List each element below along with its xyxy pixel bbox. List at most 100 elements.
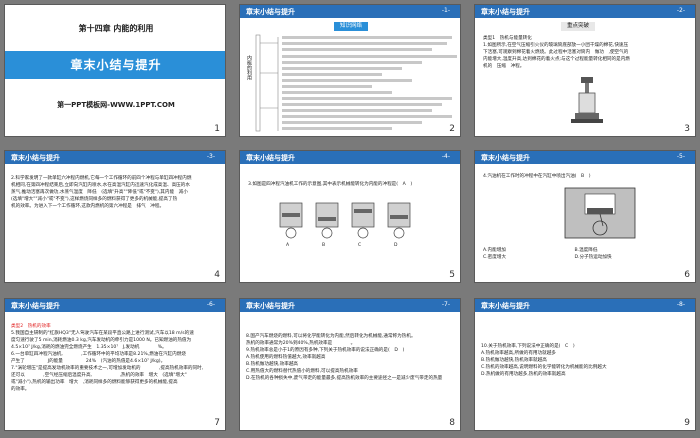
slide-body: 8.国产汽车燃烧的燃料,可以将化学能转化为内能,然后转化为机械能,通常称为热机。…: [246, 333, 458, 382]
slide-header: 章末小结与提升 -6-: [5, 299, 225, 312]
header-title: 章末小结与提升: [246, 8, 295, 16]
choices: A.内能增加 B.温度降低 C.密度增大 D.分子热运动加快: [483, 247, 683, 261]
text-line: D.热机做的有用功越多,热机的效率就越高: [481, 372, 566, 377]
choice: D.分子热运动加快: [574, 255, 612, 260]
text-line: 8.国产汽车燃烧的燃料,可以将化学能转化为内能,然后转化为机械能,通常称为热机。: [246, 334, 416, 339]
slide-header: 章末小结与提升 -3-: [5, 151, 225, 164]
slide-body: 类型1 热机与能量转化 1.如图所示,在空气压缩引火仪的玻璃筒底部放一小团干燥的…: [483, 35, 691, 70]
slide-thumbnail-5[interactable]: 章末小结与提升 -4- 3.如图是四冲程汽油机工作的示意图,其中表示机械能转化为…: [239, 150, 461, 283]
text-line: 的效率。: [11, 387, 30, 392]
slide-thumbnail-3[interactable]: 章末小结与提升 -2- 重点突破 类型1 热机与能量转化 1.如图所示,在空气压…: [474, 4, 696, 137]
text-line: 4.5×10⁷ J/kg,消耗的燃油完全燃烧产生 1.35×10⁷ J,发动机 …: [11, 345, 167, 350]
header-page: -3-: [206, 153, 215, 160]
text-line: 产生了 J的能量 24% (汽油的热值是4.6×10⁷ J/kg)。: [11, 359, 166, 364]
slide-subtitle: 第一PPT模板网-WWW.1PPT.COM: [57, 101, 175, 109]
slide-header: 章末小结与提升 -7-: [240, 299, 460, 312]
option-label: D: [394, 243, 398, 248]
text-line: 热机的效率通常为20%到40%,热机效率是 。: [246, 341, 356, 346]
header-page: -2-: [676, 7, 685, 14]
header-title: 章末小结与提升: [246, 302, 295, 310]
text-line: 9.热机效率总是小于1的原因有多种,下列关于热机效率的说法正确的是( D ): [246, 348, 405, 353]
text-line: (选填"增大""减小"或"不变"),这样燃烧同样多的燃料获得了更多的机械能,提高…: [11, 197, 178, 202]
slide-number: 5: [449, 270, 455, 280]
slide-number: 1: [214, 124, 220, 134]
slide-number: 4: [214, 270, 220, 280]
text-line: B.热机做功越快,效率越高: [246, 362, 299, 367]
text-line: 1.如图所示,在空气压缩引火仪的玻璃筒底部放一小团干燥的棉花,快速压: [483, 43, 629, 48]
section-badge: 重点突破: [561, 22, 595, 31]
slide-number: 7: [214, 418, 220, 428]
header-page: -8-: [676, 301, 685, 308]
slide-header: 章末小结与提升 -2-: [475, 5, 695, 18]
slide-sorter-grid: 第十四章 内能的利用 章末小结与提升 第一PPT模板网-WWW.1PPT.COM…: [0, 0, 700, 438]
text-line: C.用热值大的燃料替代热值小的燃料,可以提高热机效率: [246, 369, 358, 374]
choice: B.温度降低: [574, 248, 598, 253]
header-page: -4-: [441, 153, 450, 160]
option-label: B: [322, 243, 326, 248]
slide-header: 章末小结与提升 -1-: [240, 5, 460, 18]
chapter-title: 第十四章 内能的利用: [78, 24, 154, 33]
header-page: -1-: [441, 7, 450, 14]
text-line: 或"减小"),热机的输出功率 增大 ,消耗同样多的燃料能够获得更多的机械能,提高: [11, 380, 192, 385]
option-label: A: [286, 243, 290, 248]
text-line: 机相同,在第四冲程结束后,立即向汽缸内喷水,水在高温汽缸内迅速汽化成高温、高压的…: [11, 183, 190, 188]
text-line: 7."涡轮增压"是提高发动机效率的重要技术之一,可增加发动机的 ,提高热机效率的…: [11, 366, 204, 371]
text-line: 还可以 ,空气经压缩后温度升高, ,热机的效率 增大 (选填"增大": [11, 373, 187, 378]
slide-header: 章末小结与提升 -5-: [475, 151, 695, 164]
header-page: -5-: [676, 153, 685, 160]
choice: A.内能增加: [483, 248, 506, 253]
header-title: 章末小结与提升: [481, 302, 530, 310]
text-line: A.热机使用的燃料热值越大,效率就越高: [246, 355, 326, 360]
text-line: 10.关于热机效率,下列说法中正确的是( C ): [481, 344, 575, 349]
slide-number: 6: [684, 270, 690, 280]
slide-header: 章末小结与提升 -8-: [475, 299, 695, 312]
slide-thumbnail-4[interactable]: 章末小结与提升 -3- 2.科学家发明了一款单缸六冲程内燃机,它每一个工作循环的…: [4, 150, 226, 283]
slide-number: 2: [449, 124, 455, 134]
question-text: 4.汽油机在工作时的冲程中在汽缸中喷出汽油( B ): [483, 174, 591, 179]
text-line: C.热机的效率越高,说明燃料的化学能转化为机械能的比例越大: [481, 365, 607, 370]
concept-map: [255, 34, 457, 132]
slide-body: 类型2 热机的效率 5.我国自主研制的"红旗HQ3"无人驾驶汽车在某段平直公路上…: [11, 323, 223, 393]
text-line: 2.科学家发明了一款单缸六冲程内燃机,它每一个工作循环的前四个冲程与单缸四冲程内…: [11, 176, 192, 181]
slide-header: 章末小结与提升 -4-: [240, 151, 460, 164]
text-line: 机的效率。为进入下一个工作循环,这款内燃机的第六冲程是 排气 冲程。: [11, 204, 165, 209]
text-line: 内能增大,温度升高,达到棉花的着火点;与这个过程能量转化相同的是内燃: [483, 57, 630, 62]
text-line: 5.我国自主研制的"红旗HQ3"无人驾驶汽车在某段平直公路上进行测试,汽车以18…: [11, 331, 194, 336]
slide-thumbnail-7[interactable]: 章末小结与提升 -6- 类型2 热机的效率 5.我国自主研制的"红旗HQ3"无人…: [4, 298, 226, 431]
header-title: 章末小结与提升: [481, 8, 530, 16]
slide-thumbnail-6[interactable]: 章末小结与提升 -5- 4.汽油机在工作时的冲程中在汽缸中喷出汽油( B ) A…: [474, 150, 696, 283]
header-title: 章末小结与提升: [11, 154, 60, 162]
header-title: 章末小结与提升: [246, 154, 295, 162]
slide-title: 章末小结与提升: [70, 58, 162, 72]
text-line: B.热机做功越快,热机效率就越高: [481, 358, 547, 363]
text-line: 机的 压缩 冲程。: [483, 64, 525, 69]
engine-strokes-diagram: [279, 202, 411, 239]
air-compression-device-image: [571, 77, 603, 123]
slide-number: 8: [449, 418, 455, 428]
text-line: D.在热机的各种损失中,废气带走的能量最多,提高热机效率的主要途径之一是减少废气…: [246, 376, 443, 381]
header-title: 章末小结与提升: [481, 154, 530, 162]
header-page: -7-: [441, 301, 450, 308]
text-line: 6.一台单缸四冲程汽油机, ,工作循环中的平均功率是8.21%,燃油在汽缸内燃烧: [11, 352, 186, 357]
slide-number: 9: [684, 418, 690, 428]
text-line: 类型2 热机的效率: [11, 324, 51, 329]
text-line: 下活塞,可观察到棉花着火燃烧。此过程中活塞对筒内 做功 ,使空气的: [483, 50, 629, 55]
engine-cross-section-image: [564, 187, 636, 239]
text-line: 类型1 热机与能量转化: [483, 36, 532, 41]
header-title: 章末小结与提升: [11, 302, 60, 310]
text-line: 度匀速行驶了5 min,消耗燃油0.3 kg,汽车发动机的牵引力是1000 N。…: [11, 338, 192, 343]
slide-thumbnail-2[interactable]: 章末小结与提升 -1- 知识网络 内能的利用 2: [239, 4, 461, 137]
option-label: C: [358, 243, 362, 248]
slide-thumbnail-8[interactable]: 章末小结与提升 -7- 8.国产汽车燃烧的燃料,可以将化学能转化为内能,然后转化…: [239, 298, 461, 431]
question-text: 3.如图是四冲程汽油机工作的示意图,其中表示机械能转化为内能的冲程是( A ): [248, 182, 413, 187]
slide-thumbnail-1[interactable]: 第十四章 内能的利用 章末小结与提升 第一PPT模板网-WWW.1PPT.COM…: [4, 4, 226, 137]
choice: C.密度增大: [483, 255, 507, 260]
slide-body: 10.关于热机效率,下列说法中正确的是( C ) A.热机效率越高,所做的有用功…: [481, 343, 693, 378]
text-line: A.热机效率越高,所做的有用功就越多: [481, 351, 556, 356]
text-line: 蒸气,推动活塞再次做功,水蒸气温度 降低 (选填"升高""降低"或"不变"),其…: [11, 190, 188, 195]
slide-number: 3: [684, 124, 690, 134]
section-badge: 知识网络: [334, 22, 368, 31]
slide-body: 2.科学家发明了一款单缸六冲程内燃机,它每一个工作循环的前四个冲程与单缸四冲程内…: [11, 175, 223, 210]
slide-thumbnail-9[interactable]: 章末小结与提升 -8- 10.关于热机效率,下列说法中正确的是( C ) A.热…: [474, 298, 696, 431]
header-page: -6-: [206, 301, 215, 308]
